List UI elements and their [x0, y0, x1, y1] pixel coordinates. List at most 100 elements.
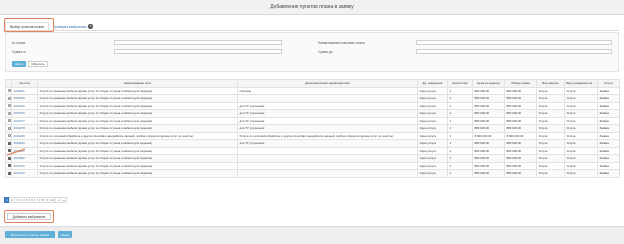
table-cell: Услуги по хранению мебели (кроме услуг п… [37, 109, 238, 118]
sum-to-input[interactable] [416, 49, 612, 54]
table-cell: 880 000.00 [504, 161, 537, 170]
table-row[interactable]: 4019266 Услуги по хранению мебели (кроме … [5, 101, 620, 110]
table-cell: Услуга [564, 146, 598, 155]
table-cell [237, 146, 418, 155]
table-row[interactable]: 4019281 Услуги по хранению мебели (кроме … [5, 86, 620, 95]
back-to-requests-button[interactable]: Вернуться к списку заявок [5, 231, 55, 238]
table-cell: 8 900 000.00 [472, 131, 505, 140]
find-button[interactable]: Найти [12, 61, 26, 67]
table-cell: Услуги по хранению мебели (кроме услуг п… [37, 161, 238, 170]
lot-number-link[interactable]: 4019272 [11, 169, 38, 178]
table-cell: Услуга [536, 139, 565, 148]
table-cell: Заявка [597, 101, 620, 110]
row-select-radio[interactable] [7, 96, 11, 100]
filter-panel: № плана Наименование/описание плана Сумм… [5, 32, 619, 72]
column-header: Общая сумма [504, 79, 537, 88]
row-selected-checkbox[interactable] [7, 164, 11, 168]
table-cell: 1 [447, 109, 473, 118]
table-row[interactable]: 4019262 Услуги по хранению мебели (кроме … [5, 154, 620, 163]
lot-number-link[interactable]: 4019277 [11, 116, 38, 125]
plan-number-label: № плана [12, 41, 26, 45]
table-cell: Услуга [536, 109, 565, 118]
table-cell: 1 [447, 131, 473, 140]
lot-number-link[interactable]: 4019260 [11, 139, 38, 148]
table-cell: Услуга [564, 161, 598, 170]
lot-number-link[interactable]: 4019248 [11, 131, 38, 140]
table-cell: 880 000.00 [504, 101, 537, 110]
table-cell: 880 000.00 [504, 139, 537, 148]
row-select-radio[interactable] [7, 119, 11, 123]
lot-number-link[interactable]: 4019278 [11, 124, 38, 133]
table-cell: Заявка [597, 169, 620, 178]
tab-highlight-frame [4, 18, 54, 32]
table-cell: Услуги по хранению мебели (кроме услуг п… [37, 139, 238, 148]
row-selected-checkbox[interactable] [7, 141, 11, 145]
table-cell: 880 000.00 [472, 139, 505, 148]
table-cell: Одна услуга [417, 116, 448, 125]
plan-number-input[interactable] [114, 40, 282, 45]
table-cell [237, 161, 418, 170]
table-cell: Одна услуга [417, 146, 448, 155]
table-cell: 1 [447, 94, 473, 103]
table-row[interactable]: 4019276 Услуги по хранению мебели (кроме … [5, 109, 620, 118]
sum-from-input[interactable] [114, 49, 282, 54]
lot-number-link[interactable]: 4019281 [11, 86, 38, 95]
table-cell: Одна услуга [417, 101, 448, 110]
table-cell: 880 000.00 [472, 94, 505, 103]
column-header: Наименование лота [37, 79, 238, 88]
table-row[interactable]: 4019248 Услуги по тепловой обработке и др… [5, 131, 620, 140]
column-header: Количество [447, 79, 473, 88]
lot-number-link[interactable]: 4019270 [11, 161, 38, 170]
lot-number-link[interactable]: 4019266 [11, 101, 38, 110]
row-selected-checkbox[interactable] [7, 171, 11, 175]
table-cell: 1 [447, 116, 473, 125]
table-cell: для ТУ улучшения [237, 109, 418, 118]
row-select-radio[interactable] [7, 126, 11, 130]
table-cell: 880 000.00 [504, 109, 537, 118]
table-row[interactable]: 4019277 Услуги по хранению мебели (кроме … [5, 116, 620, 125]
row-select-radio[interactable] [7, 104, 11, 108]
table-cell: Одна услуга [417, 109, 448, 118]
plan-items-table: № лота Наименование лота Дополнительная ха… [5, 79, 620, 178]
lot-number-link[interactable]: 4019265 [11, 94, 38, 103]
table-cell: Заявка [597, 131, 620, 140]
table-row[interactable]: 4019261Услуги по хранению мебели (кроме … [5, 146, 620, 155]
table-cell: Услуги по тепловой обработке и других сп… [237, 131, 418, 140]
selected-count-badge: 0 [88, 24, 93, 29]
plan-name-input[interactable] [416, 40, 612, 45]
table-cell: обычное [237, 86, 418, 95]
row-selected-checkbox[interactable] [7, 156, 11, 160]
table-row[interactable]: 4019278 Услуги по хранению мебели (кроме … [5, 124, 620, 133]
table-cell: Услуги по хранению мебели (кроме услуг п… [37, 94, 238, 103]
row-select-radio[interactable] [7, 89, 11, 93]
table-cell: 880 000.00 [504, 124, 537, 133]
table-cell: 1 [447, 124, 473, 133]
reset-button[interactable]: Сбросить [28, 61, 48, 67]
table-row[interactable]: 4019270 Услуги по хранению мебели (кроме … [5, 161, 620, 170]
row-select-radio[interactable] [7, 134, 11, 138]
table-cell: 880 000.00 [472, 161, 505, 170]
table-cell: 880 000.00 [504, 86, 537, 95]
table-cell: Одна услуга [417, 131, 448, 140]
row-select-radio[interactable] [7, 111, 11, 115]
table-cell: Услуга [536, 94, 565, 103]
table-cell: Заявка [597, 154, 620, 163]
table-cell: Одна услуга [417, 169, 448, 178]
table-cell: Заявка [597, 94, 620, 103]
page-link[interactable]: »» [60, 197, 68, 203]
table-row[interactable]: 4019272 Услуги по хранению мебели (кроме … [5, 169, 620, 178]
table-row[interactable]: 4019265 Услуги по хранению мебели (кроме … [5, 94, 620, 103]
table-cell: Заявка [597, 139, 620, 148]
table-cell: Одна услуга [417, 94, 448, 103]
table-cell: для ТУ улучшения [237, 139, 418, 148]
table-cell [237, 169, 418, 178]
table-cell: 1 [447, 161, 473, 170]
column-header: Вид проведения закупки [564, 79, 598, 88]
column-header: Вид закупки [536, 79, 565, 88]
back-button[interactable]: Назад [58, 231, 72, 238]
lot-number-link[interactable]: 4019276 [11, 109, 38, 118]
table-cell: Услуги по хранению мебели (кроме услуг п… [37, 146, 238, 155]
table-cell: для ТУ улучшения [237, 124, 418, 133]
table-cell: Заявка [597, 146, 620, 155]
table-row[interactable]: 4019260 Услуги по хранению мебели (кроме … [5, 139, 620, 148]
